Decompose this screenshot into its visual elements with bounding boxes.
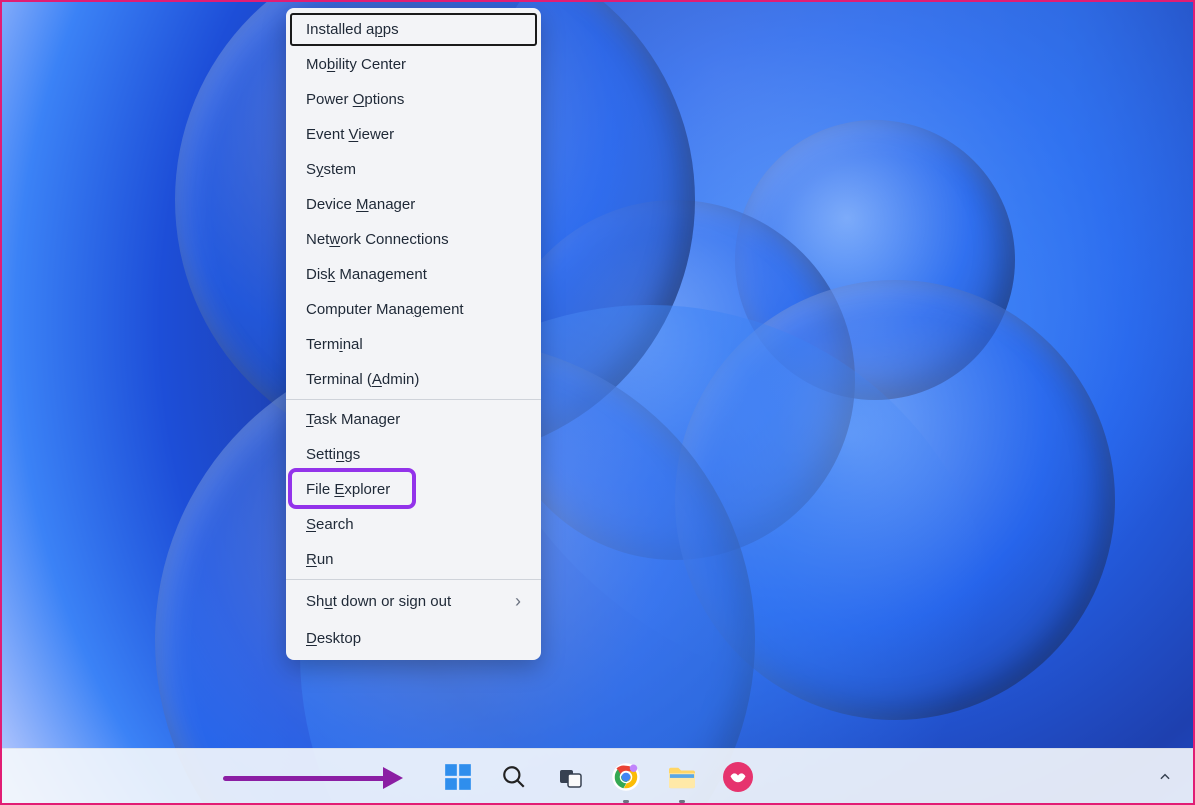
menu-separator — [286, 399, 541, 400]
search-button[interactable] — [492, 755, 536, 799]
search-icon — [501, 764, 527, 790]
pinned-app-button[interactable] — [716, 755, 760, 799]
menu-item-power-options[interactable]: Power Options — [286, 82, 541, 117]
menu-item-label: Computer Management — [306, 301, 464, 318]
winx-context-menu: Installed apps Mobility Center Power Optio… — [286, 8, 541, 660]
menu-item-label: Search — [306, 516, 354, 533]
menu-item-terminal[interactable]: Terminal — [286, 327, 541, 362]
menu-item-device-manager[interactable]: Device Manager — [286, 187, 541, 222]
taskview-button[interactable] — [548, 755, 592, 799]
menu-item-label: Disk Management — [306, 266, 427, 283]
taskview-icon — [558, 765, 582, 789]
desktop-wallpaper — [0, 0, 1195, 805]
menu-item-label: Mobility Center — [306, 56, 406, 73]
menu-item-label: Task Manager — [306, 411, 400, 428]
menu-item-settings[interactable]: Settings — [286, 437, 541, 472]
menu-item-label: Shut down or sign out — [306, 593, 451, 610]
menu-item-mobility-center[interactable]: Mobility Center — [286, 47, 541, 82]
menu-item-run[interactable]: Run — [286, 542, 541, 577]
menu-item-label: File Explorer — [306, 481, 390, 498]
menu-item-label: Terminal (Admin) — [306, 371, 419, 388]
windows-logo-icon — [444, 763, 472, 791]
menu-item-label: System — [306, 161, 356, 178]
menu-item-computer-management[interactable]: Computer Management — [286, 292, 541, 327]
menu-item-installed-apps[interactable]: Installed apps — [289, 12, 538, 47]
file-explorer-taskbar-button[interactable] — [660, 755, 704, 799]
menu-item-label: Desktop — [306, 630, 361, 647]
show-hidden-icons-button[interactable] — [1153, 765, 1177, 789]
menu-item-network-connections[interactable]: Network Connections — [286, 222, 541, 257]
chrome-taskbar-button[interactable] — [604, 755, 648, 799]
menu-item-task-manager[interactable]: Task Manager — [286, 402, 541, 437]
start-button[interactable] — [436, 755, 480, 799]
menu-item-system[interactable]: System — [286, 152, 541, 187]
chevron-up-icon — [1158, 770, 1172, 784]
menu-item-label: Power Options — [306, 91, 404, 108]
chrome-icon — [611, 762, 641, 792]
folder-icon — [667, 764, 697, 790]
menu-item-disk-management[interactable]: Disk Management — [286, 257, 541, 292]
menu-item-terminal-admin[interactable]: Terminal (Admin) — [286, 362, 541, 397]
menu-separator — [286, 579, 541, 580]
menu-item-label: Settings — [306, 446, 360, 463]
menu-item-desktop[interactable]: Desktop — [286, 621, 541, 656]
taskbar — [0, 748, 1195, 805]
menu-item-label: Run — [306, 551, 334, 568]
chevron-right-icon: › — [515, 591, 521, 612]
menu-item-event-viewer[interactable]: Event Viewer — [286, 117, 541, 152]
menu-item-label: Device Manager — [306, 196, 415, 213]
menu-item-label: Terminal — [306, 336, 363, 353]
menu-item-search[interactable]: Search — [286, 507, 541, 542]
lips-app-icon — [723, 762, 753, 792]
menu-item-label: Installed apps — [306, 21, 399, 38]
menu-item-label: Network Connections — [306, 231, 449, 248]
menu-item-file-explorer[interactable]: File Explorer — [286, 472, 541, 507]
menu-item-label: Event Viewer — [306, 126, 394, 143]
menu-item-shut-down-or-sign-out[interactable]: Shut down or sign out › — [286, 582, 541, 621]
